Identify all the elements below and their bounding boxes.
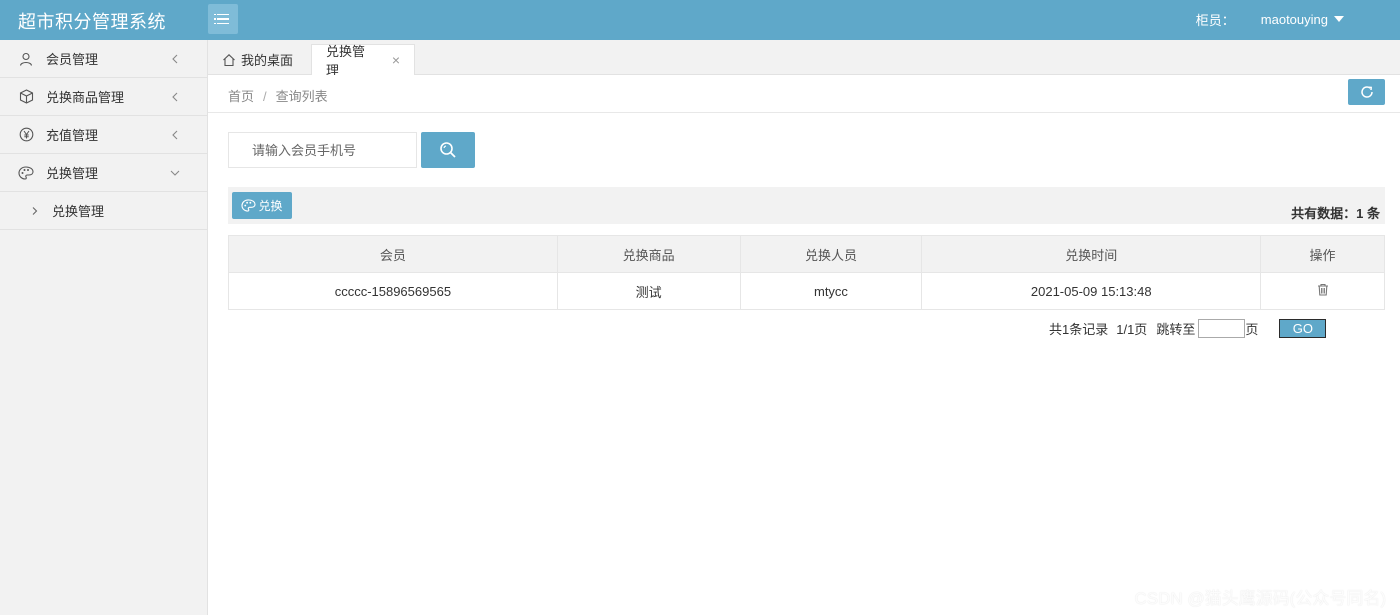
pagination: 共1条记录 1/1页 跳转至 页 GO <box>1049 318 1327 338</box>
top-header: 超市积分管理系统 柜员： maotouying <box>0 0 1400 40</box>
user-icon <box>18 51 34 67</box>
exchange-button[interactable]: 兑换 <box>232 192 292 219</box>
watermark: CSDN @猫头鹰源码(公众号同名) <box>1134 589 1386 608</box>
chevron-left-icon <box>172 54 178 64</box>
sidebar-item-label: 充值管理 <box>46 128 99 143</box>
palette-icon <box>241 199 257 212</box>
username: maotouying <box>1260 12 1328 27</box>
go-button[interactable]: GO <box>1279 318 1327 338</box>
sidebar-item-label: 兑换管理 <box>46 166 99 181</box>
breadcrumb-bar: 首页 / 查询列表 <box>208 75 1400 113</box>
cell-action <box>1260 272 1385 310</box>
tab-exchange[interactable]: 兑换管理 × <box>311 44 415 78</box>
cell-member: ccccc-15896569565 <box>228 272 558 310</box>
trash-icon[interactable] <box>1317 283 1329 296</box>
toolbar: 兑换 共有数据：1 条 <box>228 187 1385 224</box>
jump-page-input[interactable] <box>1198 318 1246 338</box>
sidebar-item-exchange[interactable]: 兑换管理 <box>0 154 207 192</box>
search-button[interactable] <box>421 132 475 168</box>
sidebar-item-label: 兑换商品管理 <box>46 90 125 105</box>
chevron-left-icon <box>172 92 178 102</box>
column-header-product: 兑换商品 <box>556 235 741 273</box>
home-icon <box>223 53 235 66</box>
tab-label: 兑换管理 <box>326 44 366 78</box>
caret-down-icon <box>1334 16 1344 22</box>
breadcrumb-home[interactable]: 首页 <box>228 89 254 104</box>
yen-icon <box>18 127 34 143</box>
sidebar: 会员管理 兑换商品管理 充值管理 兑换管理 兑换管理 <box>0 40 208 615</box>
chevron-left-icon <box>172 130 178 140</box>
close-icon[interactable]: × <box>392 52 400 68</box>
exchange-table: 会员 兑换商品 兑换人员 兑换时间 操作 ccccc-15896569565 测… <box>228 235 1385 310</box>
page-suffix: 页 <box>1245 321 1259 337</box>
jump-label: 跳转至 <box>1156 321 1196 337</box>
record-count: 共1条记录 <box>1049 321 1109 337</box>
tab-desktop[interactable]: 我的桌面 <box>208 44 310 75</box>
cell-operator: mtycc <box>739 272 923 310</box>
role-label: 柜员： <box>1195 13 1235 28</box>
palette-icon <box>18 165 34 181</box>
tab-label: 我的桌面 <box>241 53 294 68</box>
sidebar-item-label: 会员管理 <box>46 52 99 67</box>
page-count: 1/1页 <box>1116 321 1148 337</box>
column-header-action: 操作 <box>1260 235 1385 273</box>
column-header-operator: 兑换人员 <box>739 235 923 273</box>
chevron-right-icon <box>32 206 38 215</box>
sidebar-item-recharge[interactable]: 充值管理 <box>0 116 207 154</box>
column-header-time: 兑换时间 <box>921 235 1262 273</box>
refresh-button[interactable] <box>1348 79 1385 105</box>
sidebar-item-members[interactable]: 会员管理 <box>0 40 207 78</box>
table-row: ccccc-15896569565 测试 mtycc 2021-05-09 15… <box>228 272 1385 310</box>
cell-time: 2021-05-09 15:13:48 <box>921 272 1262 310</box>
cell-product: 测试 <box>556 272 741 310</box>
column-header-member: 会员 <box>228 235 558 273</box>
refresh-icon <box>1360 86 1373 98</box>
sidebar-subitem-label: 兑换管理 <box>52 204 105 219</box>
menu-toggle-button[interactable] <box>208 4 238 34</box>
total-count: 共有数据：1 条 <box>1291 206 1380 221</box>
sidebar-item-products[interactable]: 兑换商品管理 <box>0 78 207 116</box>
exchange-button-label: 兑换 <box>258 199 283 213</box>
user-area: 柜员： maotouying <box>1196 10 1344 29</box>
table-header-row: 会员 兑换商品 兑换人员 兑换时间 操作 <box>228 235 1385 273</box>
search-input[interactable] <box>228 132 417 168</box>
tab-bar: 我的桌面 兑换管理 × <box>208 40 1400 78</box>
breadcrumb: 首页 / 查询列表 <box>228 86 328 105</box>
chevron-down-icon <box>170 170 180 176</box>
search-icon <box>440 142 456 158</box>
app-title: 超市积分管理系统 <box>18 12 166 32</box>
breadcrumb-current: 查询列表 <box>275 89 328 104</box>
username-dropdown[interactable]: maotouying <box>1261 12 1344 27</box>
sidebar-subitem-exchange[interactable]: 兑换管理 <box>0 192 207 230</box>
menu-icon <box>214 13 229 16</box>
box-icon <box>18 89 34 105</box>
breadcrumb-separator: / <box>263 89 267 104</box>
